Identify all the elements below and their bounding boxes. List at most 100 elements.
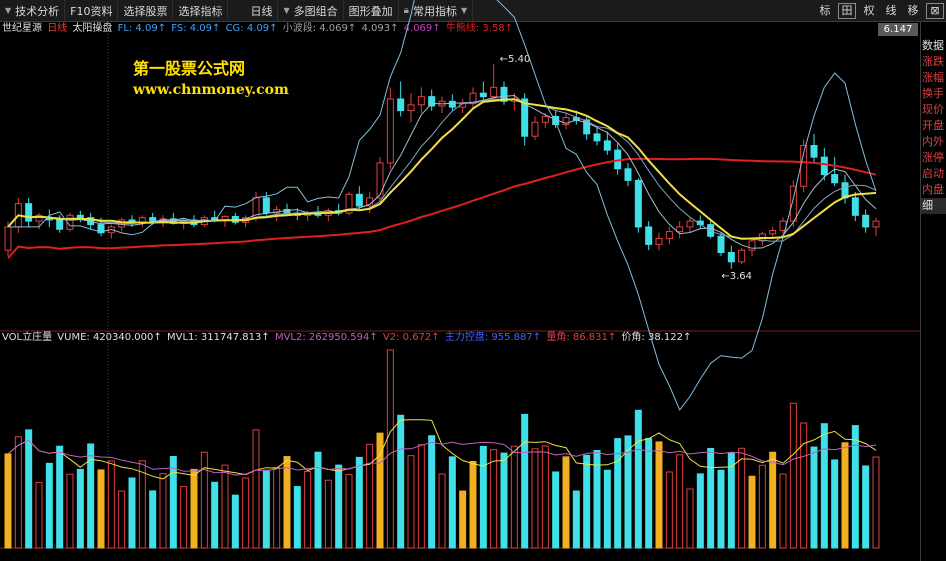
side-panel-item[interactable]: 细 — [921, 198, 946, 214]
volume-bar — [531, 448, 539, 549]
volume-bar — [262, 469, 270, 549]
candle-body — [479, 92, 487, 98]
side-panel-item[interactable]: 现价 — [921, 102, 946, 118]
volume-bar — [397, 414, 405, 549]
volume-bar — [366, 443, 374, 549]
volume-bar — [438, 473, 446, 549]
volume-bar — [459, 490, 467, 549]
volume-bar — [758, 464, 766, 549]
volume-bar — [717, 469, 725, 549]
candle-body — [25, 203, 33, 222]
volume-bar — [180, 486, 188, 549]
volume-bar — [386, 349, 394, 549]
volume-bar — [66, 473, 74, 549]
side-panel-item[interactable]: 启动 — [921, 166, 946, 182]
low-price-label: ←3.64 — [721, 271, 752, 282]
volume-ma-short — [7, 419, 877, 480]
volume-bar — [159, 473, 167, 549]
candle-body — [851, 197, 859, 216]
volume-bar — [417, 444, 425, 549]
volume-bar — [324, 479, 332, 549]
chart-svg[interactable]: ←5.40 ←3.64 — [0, 0, 920, 561]
candle-body — [727, 252, 735, 263]
candle-body — [397, 98, 405, 112]
candle-body — [748, 240, 756, 251]
candle-body — [738, 249, 746, 263]
volume-bar — [242, 477, 250, 549]
volume-bar — [655, 441, 663, 549]
volume-bar — [800, 422, 808, 549]
side-panel-item[interactable]: 涨停 — [921, 150, 946, 166]
volume-bar — [738, 447, 746, 549]
candle-body — [769, 229, 777, 235]
volume-bar — [293, 486, 301, 549]
candle-body — [717, 235, 725, 254]
side-panel-item[interactable]: 内盘 — [921, 182, 946, 198]
volume-bar — [107, 460, 115, 549]
volume-bar — [603, 469, 611, 549]
side-panel-item[interactable]: 涨跌 — [921, 54, 946, 70]
volume-bar — [304, 470, 312, 549]
side-panel-item[interactable]: 数据 — [921, 38, 946, 54]
volume-bar — [448, 456, 456, 549]
side-panel-item[interactable]: 内外 — [921, 134, 946, 150]
volume-bar — [872, 456, 880, 549]
volume-bar — [634, 409, 642, 549]
volume-bar — [614, 438, 622, 549]
volume-bar — [45, 462, 53, 549]
volume-bar — [407, 455, 415, 549]
volume-bar — [686, 488, 694, 549]
candle-body — [676, 226, 684, 233]
candle-body — [810, 145, 818, 158]
candle-body — [541, 115, 549, 123]
candle-body — [448, 100, 456, 108]
volume-bar — [779, 473, 787, 549]
volume-bar — [552, 471, 560, 549]
ma-line-short — [7, 94, 877, 249]
candle-body — [490, 86, 498, 98]
volume-bar — [190, 468, 198, 549]
close-icon[interactable]: ⊠ — [926, 3, 944, 19]
volume-bar — [345, 474, 353, 549]
volume-bar — [56, 445, 64, 549]
high-price-label: ←5.40 — [500, 54, 531, 65]
bull-bear-line — [7, 157, 877, 259]
candle-body — [149, 217, 157, 222]
volume-bar — [676, 454, 684, 549]
volume-bar — [169, 456, 177, 549]
volume-bar — [510, 445, 518, 549]
candle-body — [645, 226, 653, 245]
ma-line-yellow — [7, 98, 877, 240]
volume-bar — [572, 490, 580, 549]
volume-bar — [283, 456, 291, 549]
candle-body — [831, 174, 839, 184]
candle-body — [417, 96, 425, 106]
candle-body — [665, 231, 673, 240]
volume-bar — [583, 454, 591, 549]
volume-bar — [645, 437, 653, 549]
volume-bar — [479, 445, 487, 549]
candle-body — [355, 193, 363, 207]
volume-bar — [748, 475, 756, 549]
wave-band-line — [8, 0, 877, 411]
volume-bar — [769, 451, 777, 549]
candle-body — [634, 179, 642, 228]
volume-bar — [97, 469, 105, 549]
volume-bar — [831, 459, 839, 549]
candle-body — [603, 140, 611, 151]
side-panel-item[interactable]: 开盘 — [921, 118, 946, 134]
candle-body — [76, 214, 84, 219]
side-panel-item[interactable]: 换手 — [921, 86, 946, 102]
volume-bar — [138, 460, 146, 549]
candle-body — [872, 220, 880, 228]
candle-body — [428, 96, 436, 107]
candle-body — [624, 168, 632, 181]
volume-bar — [789, 402, 797, 549]
side-panel-item[interactable]: 涨幅 — [921, 70, 946, 86]
candle-body — [820, 156, 828, 176]
volume-bar — [355, 456, 363, 549]
volume-bar — [149, 490, 157, 549]
volume-bar — [200, 451, 208, 549]
volume-bar — [128, 477, 136, 549]
candle-body — [655, 238, 663, 245]
